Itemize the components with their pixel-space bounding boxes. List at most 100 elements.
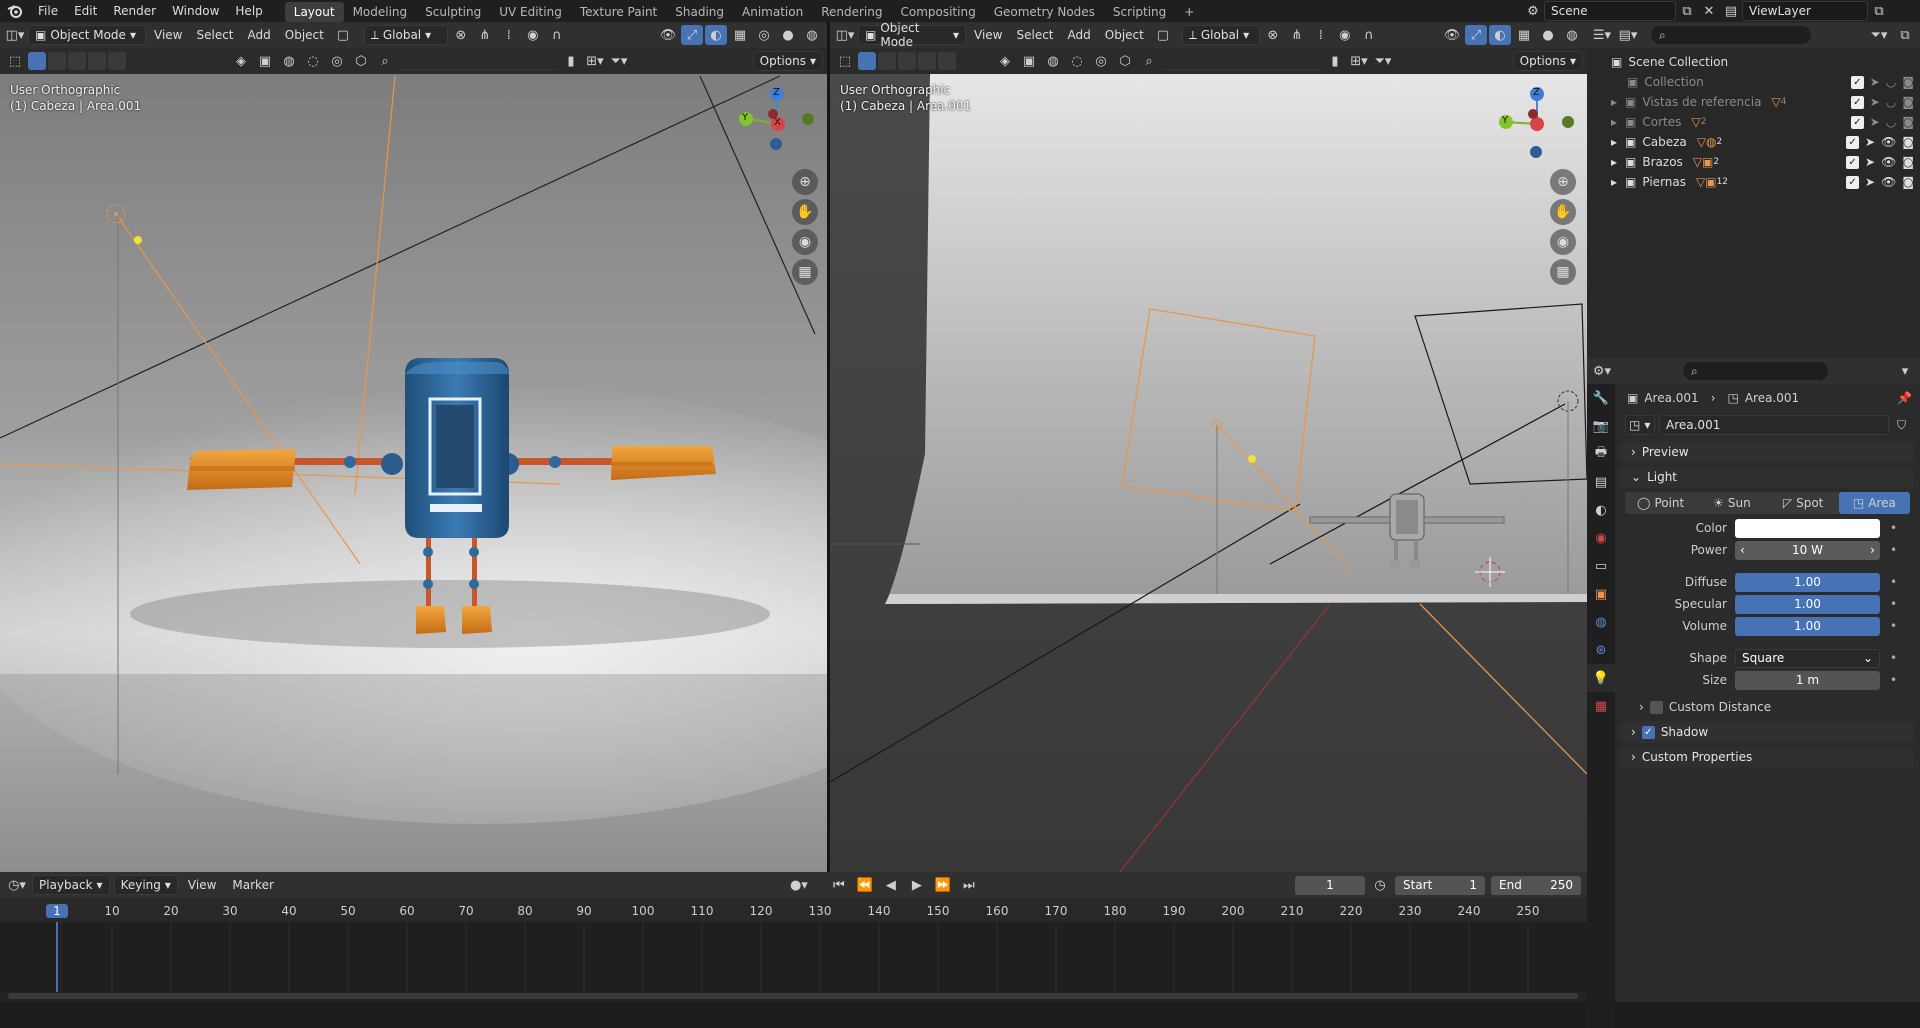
keyframe-dot-icon[interactable]: • xyxy=(1890,521,1897,535)
bookmark-icon[interactable]: ▮ xyxy=(1324,51,1346,71)
add-workspace-button[interactable]: + xyxy=(1175,2,1203,22)
scene-selector[interactable]: Scene xyxy=(1544,1,1676,21)
falloff-icon[interactable]: ∩ xyxy=(1358,25,1380,45)
tab-uv-editing[interactable]: UV Editing xyxy=(490,2,571,22)
expand-arrow-icon[interactable]: ▸ xyxy=(1611,155,1617,169)
jump-start-icon[interactable]: ⏮ xyxy=(828,875,850,895)
shading-solid-icon[interactable]: ● xyxy=(777,25,799,45)
filter-camera-icon[interactable]: ◌ xyxy=(1066,51,1088,71)
shape-dropdown[interactable]: Square ⌄ xyxy=(1735,648,1880,668)
snap-icon[interactable]: ⋔ xyxy=(1286,25,1308,45)
filter-camera-icon[interactable]: ◌ xyxy=(302,51,324,71)
expand-arrow-icon[interactable]: ▸ xyxy=(1611,175,1617,189)
snap-target-icon[interactable]: ⁞ xyxy=(1310,25,1332,45)
hide-eye-icon[interactable]: 👁 xyxy=(1881,155,1896,169)
outliner-item-vistas[interactable]: ▸ ▣ Vistas de referencia ▽ 4 ✓ ➤ ◡ ◙ xyxy=(1587,92,1920,112)
color-swatch[interactable] xyxy=(1735,518,1880,538)
properties-search-input[interactable]: ⌕ xyxy=(1683,362,1828,380)
filter-light-icon[interactable]: ◍ xyxy=(1042,51,1064,71)
keyframe-dot-icon[interactable]: • xyxy=(1890,543,1897,557)
gizmo-toggle-icon[interactable]: ⤢ xyxy=(1465,25,1487,45)
select-mode-subtract-icon[interactable] xyxy=(68,52,86,70)
select-mode-new-icon[interactable] xyxy=(858,52,876,70)
menu-select[interactable]: Select xyxy=(190,28,239,42)
render-camera-icon[interactable]: ◙ xyxy=(1902,75,1914,89)
jump-end-icon[interactable]: ⏭ xyxy=(958,875,980,895)
tab-geometry-nodes[interactable]: Geometry Nodes xyxy=(985,2,1104,22)
select-mode-invert-icon[interactable] xyxy=(918,52,936,70)
zoom-icon[interactable]: ⊕ xyxy=(1550,169,1576,195)
menu-add[interactable]: Add xyxy=(1062,28,1097,42)
view-layer-selector[interactable]: ViewLayer xyxy=(1742,1,1868,21)
end-frame-field[interactable]: End 250 xyxy=(1491,875,1581,895)
menu-marker[interactable]: Marker xyxy=(226,878,279,892)
filter-icon[interactable]: ⏷▾ xyxy=(1372,51,1394,71)
play-icon[interactable]: ▶ xyxy=(906,875,928,895)
filter-empty-icon[interactable]: ◎ xyxy=(326,51,348,71)
power-field[interactable]: ‹ 10 W › xyxy=(1735,540,1880,560)
select-mode-extend-icon[interactable] xyxy=(48,52,66,70)
shading-solid-icon[interactable]: ● xyxy=(1537,25,1559,45)
select-mode-new-icon[interactable] xyxy=(28,52,46,70)
menu-render[interactable]: Render xyxy=(105,0,164,22)
hide-eye-icon[interactable]: ◡ xyxy=(1886,95,1896,109)
outliner-item-cortes[interactable]: ▸ ▣ Cortes ▽ 2 ✓ ➤ ◡ ◙ xyxy=(1587,112,1920,132)
diffuse-slider[interactable]: 1.00 xyxy=(1735,572,1880,592)
filter-objects-icon[interactable]: ◈ xyxy=(230,51,252,71)
proportional-edit-icon[interactable]: ◉ xyxy=(522,25,544,45)
hide-eye-icon[interactable]: 👁 xyxy=(1881,175,1896,189)
volume-slider[interactable]: 1.00 xyxy=(1735,616,1880,636)
keyframe-dot-icon[interactable]: • xyxy=(1890,575,1897,589)
snap-target-icon[interactable]: ⁞ xyxy=(498,25,520,45)
render-camera-icon[interactable]: ◙ xyxy=(1902,135,1914,149)
current-frame-field[interactable]: 1 xyxy=(1295,875,1365,895)
fake-user-shield-icon[interactable]: ⛉ xyxy=(1897,418,1906,433)
visibility-icon[interactable]: 👁 xyxy=(657,25,679,45)
collection-tab-icon[interactable]: ▭ xyxy=(1587,552,1615,580)
select-arrow-icon[interactable]: ➤ xyxy=(1870,95,1880,109)
tab-scripting[interactable]: Scripting xyxy=(1104,2,1175,22)
editor-type-clock-icon[interactable]: ◷▾ xyxy=(6,875,28,895)
physics-tab-icon[interactable]: ◍ xyxy=(1587,608,1615,636)
filter-mesh-icon[interactable]: ▣ xyxy=(1018,51,1040,71)
transform-orientation-dropdown[interactable]: ⟂ Global ▾ xyxy=(1181,25,1260,45)
pivot-icon[interactable]: ⊗ xyxy=(450,25,472,45)
navigation-gizmo[interactable]: Z Y X xyxy=(730,82,820,162)
object-mode-dropdown[interactable]: ▣ Object Mode ▾ xyxy=(858,21,966,49)
tab-animation[interactable]: Animation xyxy=(733,2,812,22)
light-type-spot[interactable]: ◸ Spot xyxy=(1768,492,1839,514)
panel-shadow[interactable]: › ✓ Shadow xyxy=(1621,721,1914,743)
render-camera-icon[interactable]: ◙ xyxy=(1902,115,1914,129)
record-icon[interactable]: ●▾ xyxy=(788,875,810,895)
search-icon[interactable]: ⌕ xyxy=(1138,51,1160,71)
output-tab-icon[interactable]: 🖶 xyxy=(1587,440,1615,468)
pan-hand-icon[interactable]: ✋ xyxy=(792,199,818,225)
filter-icon[interactable]: ⏷▾ xyxy=(608,51,630,71)
menu-object[interactable]: Object xyxy=(1099,28,1150,42)
proportional-edit-icon[interactable]: ◉ xyxy=(1334,25,1356,45)
delete-scene-icon[interactable]: ✕ xyxy=(1698,1,1720,21)
viewport-right-canvas[interactable]: User Orthographic (1) Cabeza | Area.001 … xyxy=(830,74,1587,872)
select-arrow-icon[interactable]: ➤ xyxy=(1870,115,1880,129)
visibility-icon[interactable]: 👁 xyxy=(1441,25,1463,45)
filter-empty-icon[interactable]: ◎ xyxy=(1090,51,1112,71)
camera-view-icon[interactable]: ◉ xyxy=(1550,229,1576,255)
timeline-track-area[interactable] xyxy=(0,922,1587,992)
outliner-scene-collection[interactable]: ▣ Scene Collection xyxy=(1587,52,1920,72)
prev-keyframe-icon[interactable]: ⏪ xyxy=(854,875,876,895)
exclude-checkbox[interactable]: ✓ xyxy=(1850,115,1864,129)
menu-view[interactable]: View xyxy=(182,878,222,892)
viewport-search-input[interactable] xyxy=(1162,52,1322,70)
select-tool-icon[interactable]: ⬚ xyxy=(834,51,856,71)
options-button[interactable]: Options ▾ xyxy=(1512,51,1583,71)
exclude-checkbox[interactable]: ✓ xyxy=(1850,95,1864,109)
editor-type-icon[interactable]: ⚙▾ xyxy=(1591,361,1613,381)
menu-add[interactable]: Add xyxy=(242,28,277,42)
gizmo-menu-icon[interactable]: ⊞▾ xyxy=(584,51,606,71)
snap-icon[interactable]: ⋔ xyxy=(474,25,496,45)
filter-icon[interactable]: ⏷▾ xyxy=(1868,25,1890,45)
start-frame-field[interactable]: Start 1 xyxy=(1395,875,1485,895)
tab-compositing[interactable]: Compositing xyxy=(891,2,984,22)
exclude-checkbox[interactable]: ✓ xyxy=(1846,135,1860,149)
stopwatch-icon[interactable]: ◷ xyxy=(1369,875,1391,895)
